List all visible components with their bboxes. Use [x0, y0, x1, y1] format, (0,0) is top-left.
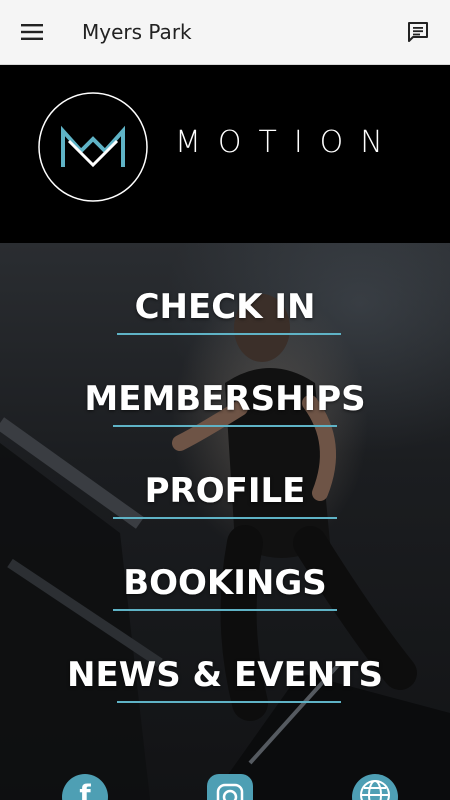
website-button[interactable] [352, 774, 398, 800]
instagram-icon [216, 783, 244, 800]
nav-bookings[interactable]: BOOKINGS [0, 563, 450, 603]
nav-underline [117, 333, 341, 335]
app-bar: Myers Park [0, 0, 450, 65]
hamburger-icon [21, 24, 43, 40]
instagram-button[interactable] [207, 774, 253, 800]
nav-underline [113, 425, 337, 427]
hamburger-menu-button[interactable] [0, 0, 64, 65]
brand-banner: MOTION [0, 65, 450, 243]
nav-underline [113, 609, 337, 611]
nav-news-events[interactable]: NEWS & EVENTS [0, 655, 450, 695]
page-title: Myers Park [82, 20, 192, 44]
messages-button[interactable] [386, 0, 450, 65]
message-icon [408, 22, 428, 42]
nav-memberships[interactable]: MEMBERSHIPS [0, 379, 450, 419]
hero-background: CHECK IN MEMBERSHIPS PROFILE BOOKINGS NE… [0, 243, 450, 800]
nav-underline [117, 701, 341, 703]
nav-check-in[interactable]: CHECK IN [0, 287, 450, 327]
globe-icon [360, 780, 390, 800]
nav-profile[interactable]: PROFILE [0, 471, 450, 511]
nav-underline [113, 517, 337, 519]
facebook-icon: f [79, 780, 91, 800]
motion-logo-icon [38, 92, 148, 202]
brand-wordmark: MOTION [175, 125, 400, 160]
